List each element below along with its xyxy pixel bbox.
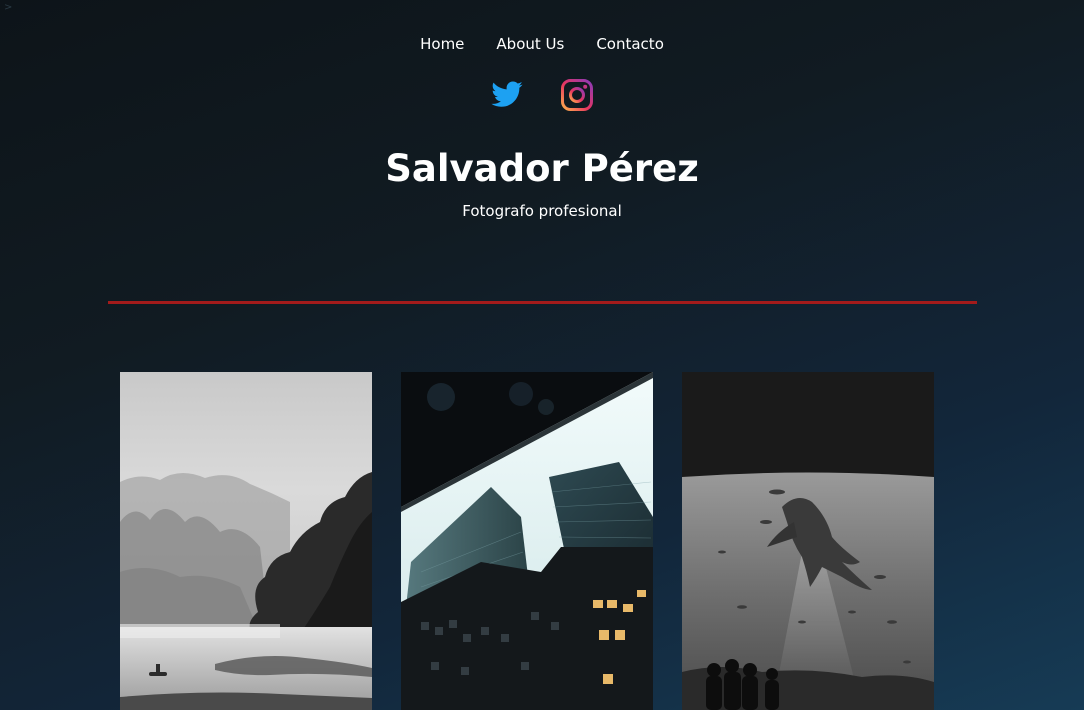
corner-mark: > bbox=[4, 2, 13, 13]
top-nav: Home About Us Contacto bbox=[0, 34, 1084, 54]
section-divider bbox=[108, 301, 977, 304]
gallery-photo-aquarium[interactable] bbox=[682, 372, 934, 710]
nav-home[interactable]: Home bbox=[420, 34, 464, 54]
site-title: Salvador Pérez bbox=[385, 147, 699, 190]
social-links bbox=[0, 78, 1084, 112]
gallery-photo-skyscrapers[interactable] bbox=[401, 372, 653, 710]
site-subtitle: Fotografo profesional bbox=[462, 202, 622, 220]
nav-about-us[interactable]: About Us bbox=[496, 34, 564, 54]
twitter-icon[interactable] bbox=[490, 78, 524, 112]
nav-contacto[interactable]: Contacto bbox=[596, 34, 664, 54]
instagram-icon[interactable] bbox=[560, 78, 594, 112]
gallery-photo-lake[interactable] bbox=[120, 372, 372, 710]
